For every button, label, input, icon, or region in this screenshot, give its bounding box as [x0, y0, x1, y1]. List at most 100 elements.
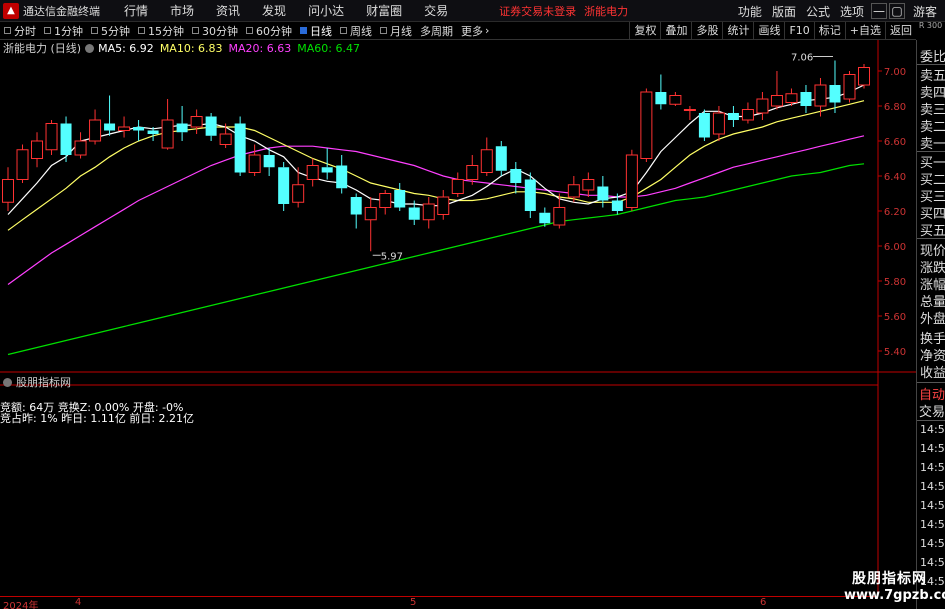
menu-item-layout[interactable]: 版面	[767, 3, 801, 20]
candle	[422, 197, 435, 229]
period-15min[interactable]: 15分钟	[134, 23, 188, 39]
menu-item-wealth[interactable]: 财富圈	[355, 2, 413, 19]
tab-trade[interactable]: 交易	[919, 401, 945, 420]
restore-icon[interactable]: ▢	[888, 3, 905, 19]
divider	[917, 382, 945, 383]
tick-time: 14:56	[920, 480, 945, 493]
menu-item-discover[interactable]: 发现	[251, 2, 297, 19]
candle-body	[524, 179, 536, 211]
quote-label-weibi: 委比	[920, 50, 945, 65]
candle-body	[727, 113, 739, 120]
candle	[394, 183, 406, 211]
tool-multi-stock[interactable]: 多股	[691, 22, 722, 40]
chevron-right-icon: ›	[485, 24, 490, 37]
checkbox-icon	[44, 27, 51, 34]
candle	[683, 106, 696, 120]
menu-item-trade[interactable]: 交易	[413, 2, 459, 19]
candle	[248, 144, 261, 176]
tool-draw[interactable]: 画线	[753, 22, 784, 40]
tick-time: 14:56	[920, 442, 945, 455]
period-5min[interactable]: 5分钟	[87, 23, 134, 39]
login-warning[interactable]: 证券交易未登录	[499, 3, 576, 19]
right-quote-panel: 委比 卖五 卖四 卖三 卖二 卖一 买一 买二 买三 买四 买五 现价 涨跌 涨…	[916, 40, 945, 609]
sub-panel-title: 股朋指标网	[16, 376, 71, 389]
login-status[interactable]: 游客	[905, 3, 945, 20]
candle-body	[118, 126, 131, 131]
period-label: 日线	[310, 24, 332, 38]
app-title: 通达信金融终端	[23, 4, 100, 18]
candle-body	[553, 207, 566, 226]
quote-label-buy5: 买五	[920, 224, 945, 239]
candle-body	[16, 149, 29, 180]
candle-body	[292, 184, 305, 203]
divider	[917, 420, 945, 421]
candle-body	[336, 165, 348, 189]
candle-body	[278, 167, 290, 204]
ma10-line	[7, 100, 865, 231]
period-60min[interactable]: 60分钟	[242, 23, 296, 39]
period-timeshare[interactable]: 分时	[0, 23, 40, 39]
candle	[133, 120, 145, 141]
period-weekly[interactable]: 周线	[336, 23, 376, 39]
tool-stats[interactable]: 统计	[722, 22, 753, 40]
candle	[45, 120, 58, 155]
candle	[858, 64, 870, 89]
high-price-label: 7.06	[791, 53, 813, 64]
tick-time: 14:56	[920, 518, 945, 531]
candle	[278, 162, 290, 211]
period-multi[interactable]: 多周期	[416, 23, 457, 39]
checkbox-icon	[380, 27, 387, 34]
candle-body	[611, 200, 623, 211]
candle	[16, 144, 29, 183]
candle-body	[45, 123, 58, 151]
candle-body	[466, 165, 479, 180]
tick-time: 14:56	[920, 537, 945, 550]
candle-body	[843, 74, 856, 100]
tool-f10[interactable]: F10	[784, 22, 813, 40]
candle-body	[451, 179, 464, 194]
period-monthly[interactable]: 月线	[376, 23, 416, 39]
candle-body	[306, 165, 319, 180]
period-label: 60分钟	[256, 24, 292, 38]
period-daily[interactable]: 日线	[296, 23, 336, 39]
price-axis: 7.00 6.80 6.60 6.40 6.20 6.00 5.80 5.60 5.40	[878, 67, 906, 358]
menu-item-news[interactable]: 资讯	[205, 2, 251, 19]
menu-item-quotes[interactable]: 行情	[113, 2, 159, 19]
kline-chart[interactable]: 7.00 6.80 6.60 6.40 6.20 6.00 5.80 5.60 5.40 7.0…	[0, 40, 916, 596]
candle-body	[422, 203, 435, 221]
candle	[800, 85, 812, 113]
candle-body	[248, 154, 261, 173]
candle-body	[800, 92, 812, 106]
candle-body	[582, 179, 595, 191]
tool-add-watchlist[interactable]: +自选	[844, 22, 885, 40]
candle-body	[510, 169, 522, 183]
tool-mark[interactable]: 标记	[813, 22, 845, 40]
menu-item-xiaoda[interactable]: 问小达	[297, 2, 355, 19]
y-tick-label: 6.80	[884, 102, 906, 113]
top-right-menu: 功能 版面 公式 选项 — ▢ 游客	[733, 0, 945, 22]
minimize-icon[interactable]: —	[870, 3, 887, 19]
menu-item-options[interactable]: 选项	[835, 3, 869, 20]
checkbox-icon	[138, 27, 145, 34]
y-tick-label: 7.00	[884, 67, 906, 78]
candle-body	[756, 98, 769, 114]
period-30min[interactable]: 30分钟	[188, 23, 242, 39]
menu-item-market[interactable]: 市场	[159, 2, 205, 19]
tool-adjust[interactable]: 复权	[629, 22, 660, 40]
chart-tools: 复权 叠加 多股 统计 画线 F10 标记 +自选 返回	[629, 22, 916, 40]
menu-item-formula[interactable]: 公式	[801, 3, 835, 20]
tool-overlay[interactable]: 叠加	[660, 22, 691, 40]
tool-back[interactable]: 返回	[885, 22, 916, 40]
candle-body	[219, 133, 232, 145]
top-menu-bar: ▲ 通达信金融终端 行情 市场 资讯 发现 问小达 财富圈 交易 证券交易未登录…	[0, 0, 945, 22]
period-more[interactable]: 更多 ›	[457, 23, 493, 39]
menu-item-function[interactable]: 功能	[733, 3, 767, 20]
dropdown-circle-icon[interactable]	[3, 377, 12, 387]
candle	[205, 113, 217, 141]
period-1min[interactable]: 1分钟	[40, 23, 87, 39]
chart-grid	[0, 40, 916, 596]
candle	[640, 88, 653, 162]
date-label-month-4: 4	[75, 597, 82, 608]
y-tick-label: 6.40	[884, 172, 906, 183]
candle-body	[567, 184, 580, 198]
